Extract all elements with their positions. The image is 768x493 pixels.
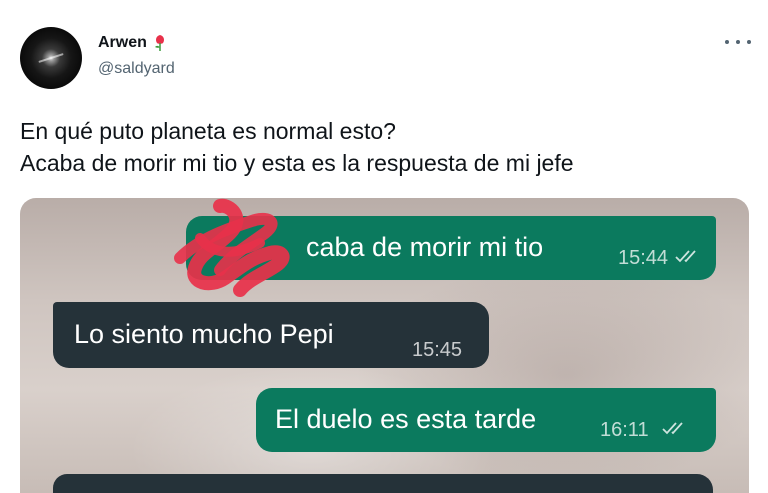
read-ticks-icon bbox=[675, 250, 696, 263]
tweet-text-line: Acaba de morir mi tio y esta es la respu… bbox=[20, 150, 574, 176]
chat-bubble-incoming-partial bbox=[53, 474, 713, 493]
tweet-text: En qué puto planeta es normal esto? Acab… bbox=[20, 115, 574, 179]
tweet-text-line: En qué puto planeta es normal esto? bbox=[20, 118, 396, 144]
chat-bubble-outgoing: El duelo es esta tarde 16:11 bbox=[256, 388, 716, 452]
author-handle[interactable]: @saldyard bbox=[98, 60, 175, 78]
chat-bubble-incoming: Lo siento mucho Pepi 15:45 bbox=[53, 302, 489, 368]
author-name[interactable]: Arwen bbox=[98, 34, 147, 52]
redaction-scribble bbox=[174, 198, 290, 297]
message-time: 15:45 bbox=[412, 339, 463, 361]
rose-icon bbox=[154, 35, 164, 51]
message-time: 15:44 bbox=[618, 247, 669, 269]
more-icon[interactable] bbox=[725, 32, 751, 52]
message-time: 16:11 bbox=[600, 419, 649, 441]
message-text: Lo siento mucho Pepi bbox=[74, 319, 334, 349]
message-text: caba de morir mi tio bbox=[306, 232, 544, 262]
tweet-media-image[interactable]: caba de morir mi tio 15:44 Lo siento muc… bbox=[20, 198, 749, 493]
message-text: El duelo es esta tarde bbox=[275, 404, 537, 434]
avatar[interactable] bbox=[20, 27, 82, 89]
read-ticks-icon bbox=[662, 422, 683, 435]
